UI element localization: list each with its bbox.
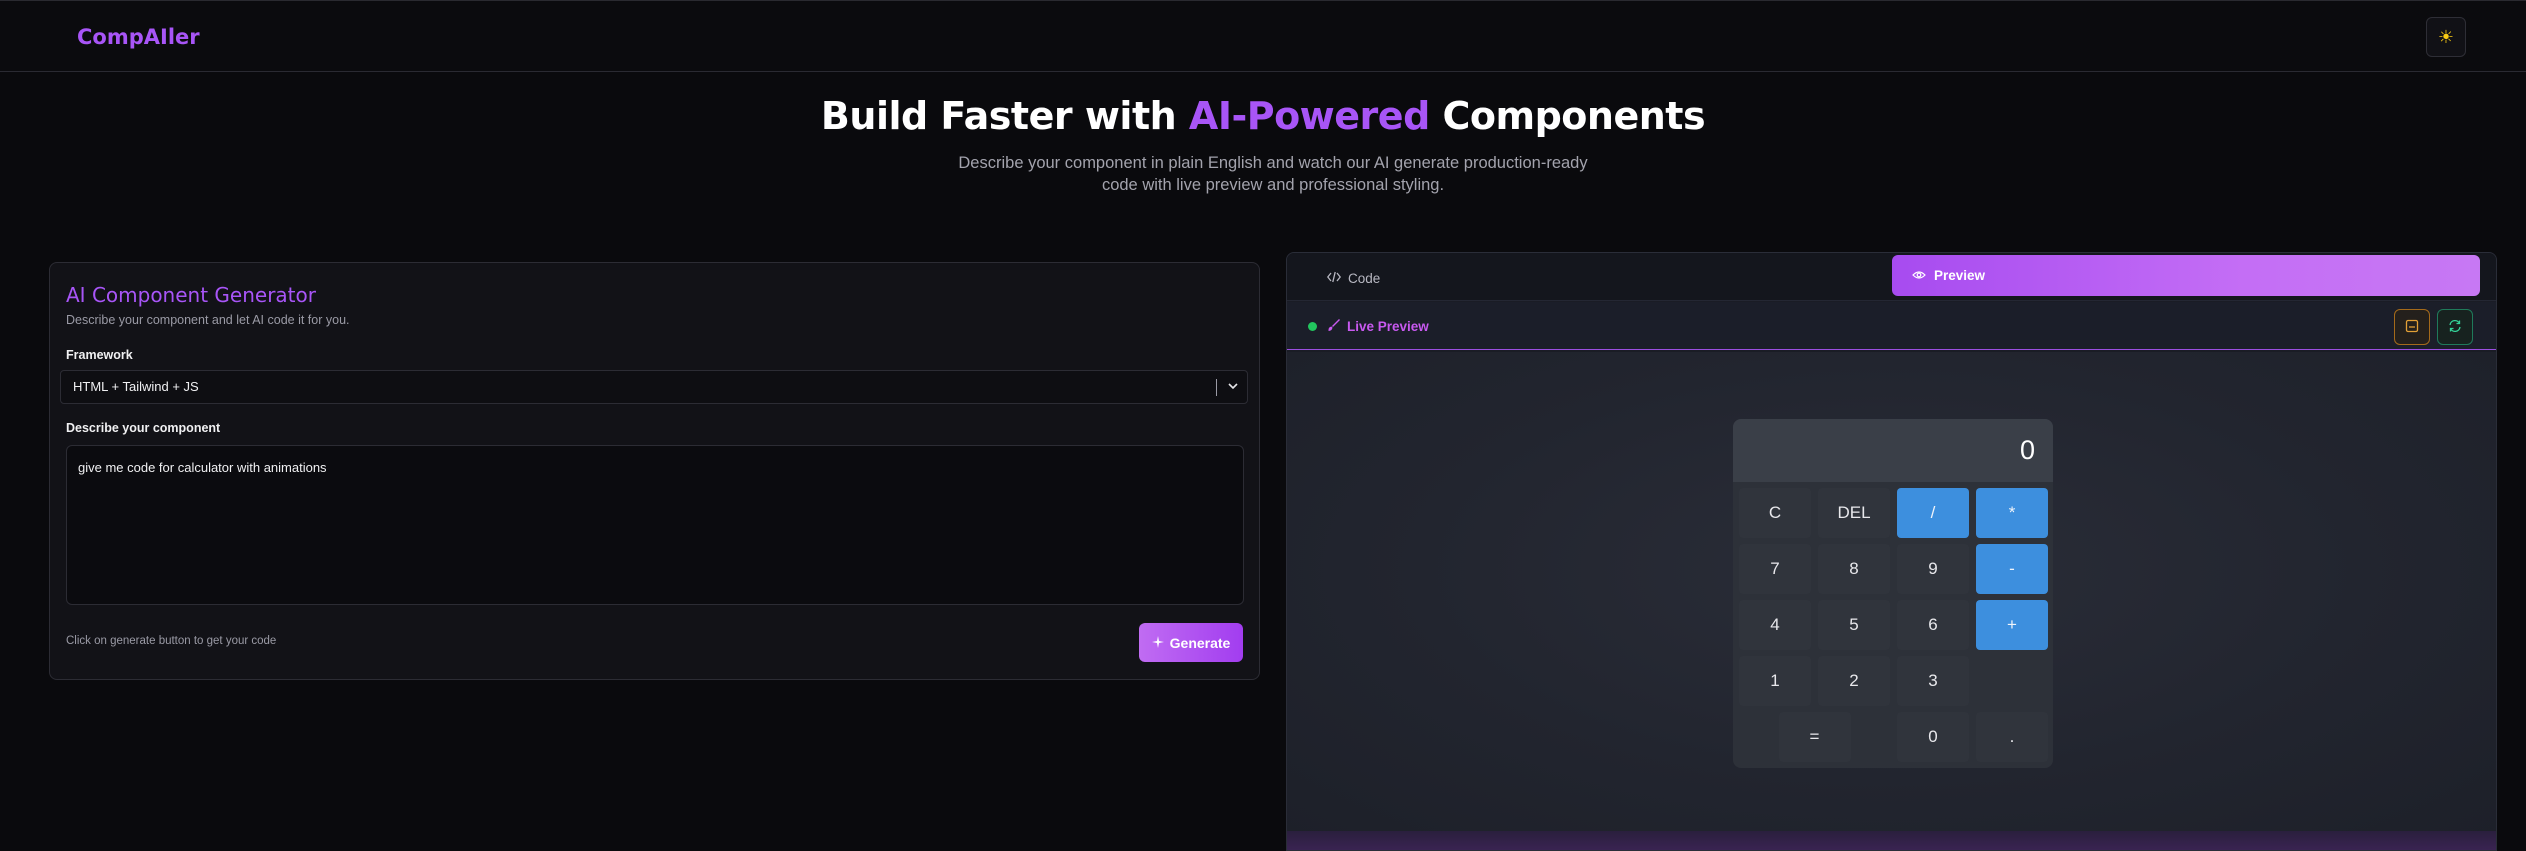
tab-code-label: Code	[1348, 270, 1381, 286]
hero-title-suffix: Components	[1429, 94, 1706, 138]
refresh-button[interactable]	[2437, 309, 2473, 345]
calculator-display: 0	[1733, 419, 2053, 482]
calc-key-6[interactable]: 6	[1897, 600, 1969, 650]
calc-key-c[interactable]: C	[1739, 488, 1811, 538]
calc-key-minus[interactable]: -	[1976, 544, 2048, 594]
bottom-glow	[1287, 831, 2496, 850]
status-dot	[1308, 322, 1317, 331]
generator-title: AI Component Generator	[66, 283, 316, 307]
generator-card: AI Component Generator Describe your com…	[49, 262, 1260, 680]
select-divider	[1216, 379, 1217, 396]
calc-key-0[interactable]: 0	[1897, 712, 1969, 762]
framework-select[interactable]: HTML + Tailwind + JS	[60, 370, 1248, 404]
calc-key-5[interactable]: 5	[1818, 600, 1890, 650]
preview-canvas: 0 C DEL / * 7 8 9- 4 5 6 +1 2 3 = 0.	[1287, 352, 2496, 836]
calculator: 0 C DEL / * 7 8 9- 4 5 6 +1 2 3 = 0.	[1733, 419, 2053, 768]
calc-key-4[interactable]: 4	[1739, 600, 1811, 650]
tab-preview-label: Preview	[1934, 268, 1986, 283]
calc-key-2[interactable]: 2	[1818, 656, 1890, 706]
hero-title: Build Faster with AI-Powered Components	[0, 94, 2526, 138]
calc-key-3[interactable]: 3	[1897, 656, 1969, 706]
live-preview-title: Live Preview	[1327, 316, 1429, 336]
calc-key-9[interactable]: 9	[1897, 544, 1969, 594]
calc-key-plus[interactable]: +	[1976, 600, 2048, 650]
framework-label: Framework	[66, 348, 133, 362]
calc-key-del[interactable]: DEL	[1818, 488, 1890, 538]
calc-key-1[interactable]: 1	[1739, 656, 1811, 706]
calc-key-multiply[interactable]: *	[1976, 488, 2048, 538]
brand-logo[interactable]: CompAIler	[77, 25, 200, 49]
live-preview-bar: Live Preview	[1287, 302, 2496, 350]
generate-hint: Click on generate button to get your cod…	[66, 635, 277, 647]
hero-title-prefix: Build Faster with	[820, 94, 1189, 138]
hero-title-accent: AI-Powered	[1188, 94, 1430, 138]
calc-key-decimal[interactable]: .	[1976, 712, 2048, 762]
calc-key-equals[interactable]: =	[1778, 712, 1851, 762]
top-bar: CompAIler ☀	[0, 0, 2526, 72]
preview-panel: Code Preview Live Preview 0 C DEL / * 7 …	[1286, 252, 2497, 851]
generate-button-label: Generate	[1169, 634, 1231, 651]
refresh-icon	[2448, 319, 2462, 336]
component-description-input[interactable]	[66, 445, 1244, 605]
save-icon	[2405, 319, 2419, 336]
generate-button[interactable]: Generate	[1139, 623, 1243, 662]
generator-description: Describe your component and let AI code …	[66, 313, 350, 327]
code-icon	[1326, 271, 1342, 286]
eye-icon	[1912, 268, 1926, 283]
tab-code[interactable]: Code	[1326, 263, 1381, 293]
tab-preview[interactable]: Preview	[1892, 255, 2480, 296]
live-preview-label: Live Preview	[1347, 318, 1429, 334]
brush-icon	[1327, 318, 1341, 335]
framework-value: HTML + Tailwind + JS	[73, 379, 199, 394]
save-button[interactable]	[2394, 309, 2430, 345]
calc-key-8[interactable]: 8	[1818, 544, 1890, 594]
sparkles-icon	[1151, 635, 1164, 651]
chevron-down-icon	[1227, 371, 1239, 415]
hero-subtitle: Describe your component in plain English…	[958, 154, 1588, 194]
calc-key-7[interactable]: 7	[1739, 544, 1811, 594]
describe-label: Describe your component	[66, 421, 221, 435]
calc-key-divide[interactable]: /	[1897, 488, 1969, 538]
tab-bar: Code Preview	[1287, 253, 2496, 301]
sun-icon: ☀	[2437, 26, 2455, 47]
theme-toggle-button[interactable]: ☀	[2426, 17, 2466, 57]
